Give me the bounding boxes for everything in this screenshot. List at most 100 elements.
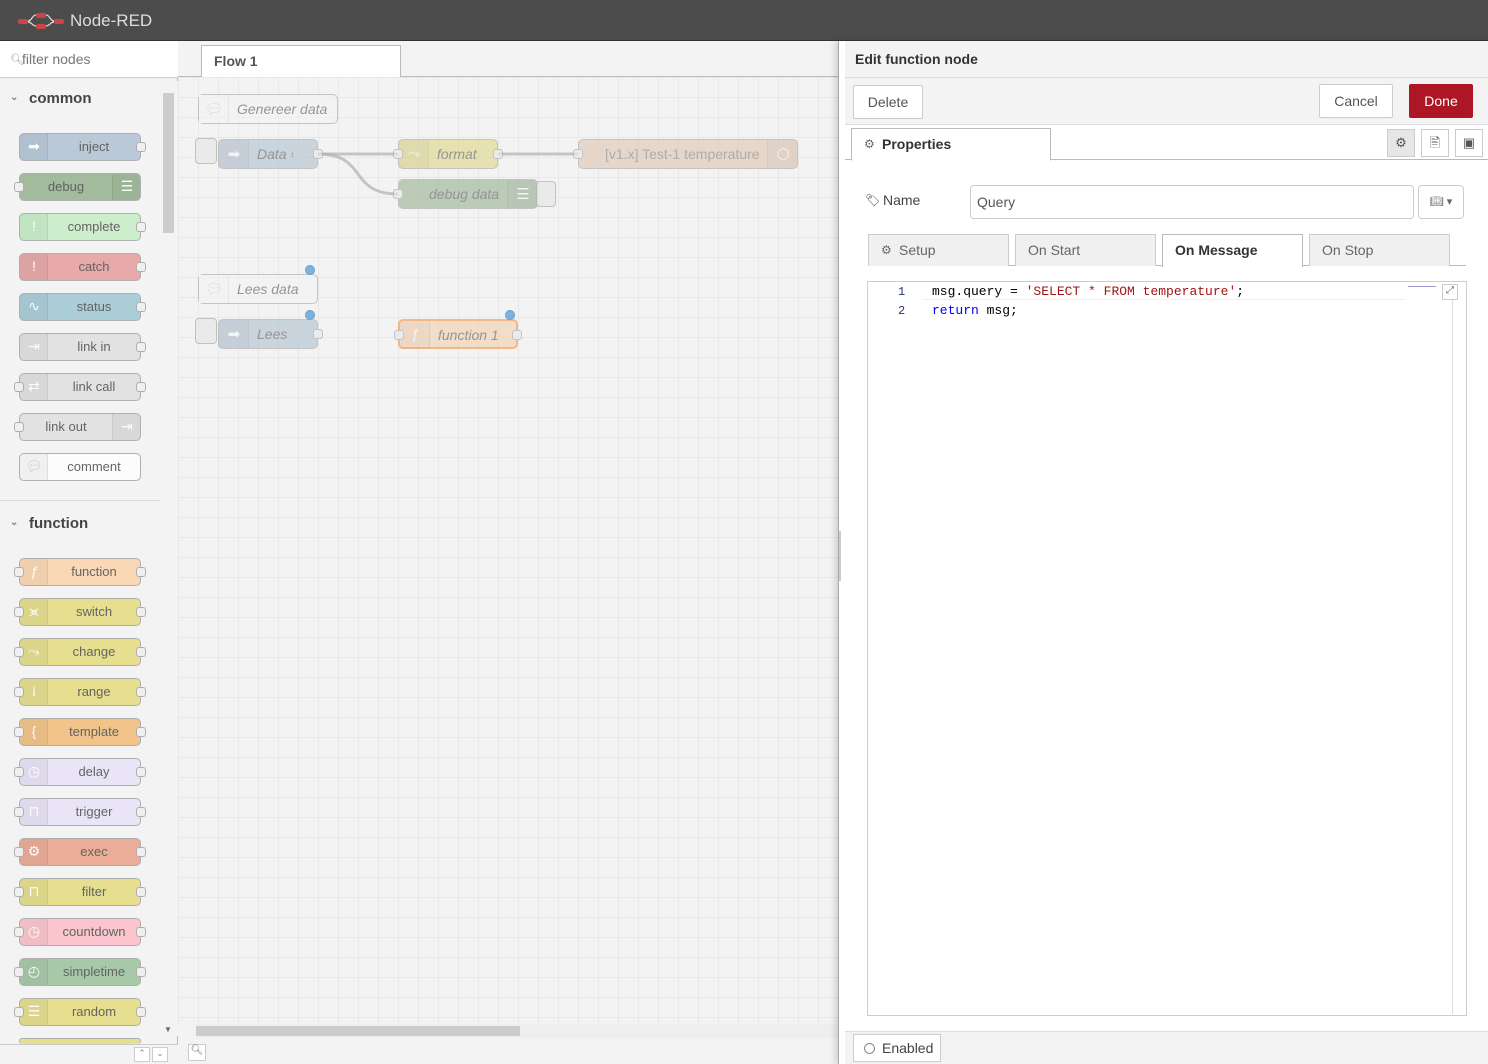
palette-scrollbar-thumb[interactable] <box>163 93 174 233</box>
search-flows-icon[interactable]: 🔍︎ <box>188 1044 206 1061</box>
expand-all-icon[interactable]: ⌄ <box>152 1047 168 1062</box>
tray-header: Edit function node <box>845 41 1488 78</box>
tray-tabs: ⚙ Properties ⚙ 🖹︎ ▣ <box>845 125 1488 161</box>
name-label: Name <box>883 192 921 208</box>
tab-setup[interactable]: ⚙ Setup <box>868 234 1009 266</box>
editor-gutter <box>868 282 924 1015</box>
tray-toolbar: Delete Cancel Done <box>845 78 1488 125</box>
workspace-footer: 🔍︎ <box>178 1024 838 1064</box>
cancel-button[interactable]: Cancel <box>1319 84 1393 118</box>
link-call-icon: ⇄ <box>28 378 40 394</box>
palette-search: 🔍︎ <box>0 41 178 78</box>
expand-editor-icon[interactable]: ⤢ <box>1442 284 1458 300</box>
code-line-1[interactable]: msg.query = 'SELECT * FROM temperature'; <box>932 284 1244 299</box>
appearance-icon[interactable]: ▣ <box>1455 129 1483 157</box>
tab-on-start[interactable]: On Start <box>1015 234 1156 266</box>
palette-search-input[interactable] <box>22 49 172 69</box>
node-red-logo-icon <box>18 13 64 29</box>
node-icon-dropdown[interactable]: 📖︎ ▾ <box>1418 185 1464 219</box>
tab-flow-1[interactable]: Flow 1 <box>201 45 401 77</box>
node-palette: 🔍︎ ⌄ common ➡ inject ☰ debug ! complete … <box>0 41 178 1064</box>
scroll-down-icon[interactable]: ▼ <box>164 1025 172 1034</box>
link-in-icon: ⇥ <box>28 338 40 354</box>
comment-icon: 💬︎ <box>25 458 43 474</box>
stopwatch-icon: ◷ <box>27 923 41 939</box>
palette-node-debug[interactable]: ☰ debug <box>14 173 141 201</box>
shuffle-icon: ⤳ <box>28 643 40 659</box>
edit-tray: Edit function node Delete Cancel Done ⚙ … <box>838 41 1488 1064</box>
brace-icon: { <box>31 723 37 739</box>
circle-icon <box>864 1043 875 1054</box>
function-tabs: ⚙ Setup On Start On Message On Stop <box>868 234 1466 267</box>
canvas-shade <box>178 77 838 1024</box>
palette-scrollbar[interactable]: ▼ <box>160 81 178 1036</box>
palette-node-link-call[interactable]: ⇄ link call <box>14 373 146 401</box>
palette-node-status[interactable]: ∿ status <box>19 293 146 321</box>
palette-node-catch[interactable]: ! catch <box>19 253 146 281</box>
horizontal-scrollbar[interactable] <box>196 1024 838 1038</box>
tab-properties[interactable]: ⚙ Properties <box>851 128 1051 161</box>
palette-node-link-in[interactable]: ⇥ link in <box>19 333 146 361</box>
form-row-name: 🏷︎ Name 📖︎ ▾ <box>865 185 1465 219</box>
collapse-all-icon[interactable]: ⌃ <box>134 1047 150 1062</box>
tag-icon: 🏷︎ <box>865 193 881 207</box>
workspace: Flow 1 💬︎ Genereer data ➡ Data ¹ ⤳ forma… <box>178 41 838 1064</box>
arrow-right-icon: ➡ <box>28 138 40 154</box>
trigger-icon: ⊓ <box>28 803 40 819</box>
palette-node-change[interactable]: ⤳ change <box>14 638 146 666</box>
palette-node-filter[interactable]: ⊓ filter <box>14 878 146 906</box>
editor-minimap <box>1408 282 1436 287</box>
category-header-common[interactable]: ⌄ common <box>0 83 160 119</box>
palette-node-random[interactable]: ☰ random <box>14 998 146 1026</box>
done-button[interactable]: Done <box>1409 84 1473 118</box>
range-icon: i <box>32 683 36 699</box>
horizontal-scrollbar-thumb[interactable] <box>196 1026 520 1036</box>
palette-node-delay[interactable]: ◷ delay <box>14 758 146 786</box>
code-line-2[interactable]: return msg; <box>932 303 1018 318</box>
palette-node-countdown[interactable]: ◷ countdown <box>14 918 146 946</box>
palette-node-template[interactable]: { template <box>14 718 146 746</box>
tray-resize-handle[interactable] <box>839 531 845 581</box>
exclamation-icon: ! <box>32 258 36 274</box>
editor-scrollbar[interactable] <box>1452 300 1466 1014</box>
palette-node-exec[interactable]: ⚙ exec <box>14 838 146 866</box>
tray-footer: Enabled <box>845 1031 1488 1064</box>
name-input[interactable] <box>970 185 1414 219</box>
palette-node-switch[interactable]: ⪤ switch <box>14 598 146 626</box>
palette-node-simpletime[interactable]: ◴ simpletime <box>14 958 146 986</box>
tab-on-message[interactable]: On Message <box>1162 234 1303 267</box>
description-icon[interactable]: 🖹︎ <box>1421 129 1449 157</box>
palette-node-comment[interactable]: 💬︎ comment <box>19 453 141 481</box>
link-out-icon: ⇥ <box>121 418 133 434</box>
exclamation-icon: ! <box>32 218 36 234</box>
category-header-function[interactable]: ⌄ function <box>0 508 160 544</box>
enabled-toggle[interactable]: Enabled <box>853 1034 941 1062</box>
chevron-down-icon: ⌄ <box>10 92 19 103</box>
list-icon: ☰ <box>120 178 134 194</box>
app-header: Node-RED <box>0 0 1488 41</box>
gear-icon: ⚙ <box>881 243 892 257</box>
palette-node-function[interactable]: ƒ function <box>14 558 146 586</box>
palette-node-trigger[interactable]: ⊓ trigger <box>14 798 146 826</box>
gear-icon: ⚙ <box>864 137 875 151</box>
pulse-icon: ∿ <box>28 298 40 314</box>
function-icon: ƒ <box>30 563 38 579</box>
palette-node-link-out[interactable]: ⇥ link out <box>14 413 141 441</box>
delete-button[interactable]: Delete <box>853 85 923 119</box>
code-editor[interactable]: 1 msg.query = 'SELECT * FROM temperature… <box>867 281 1467 1016</box>
app-title: Node-RED <box>70 11 153 30</box>
palette-footer: ⌃ ⌄ <box>0 1044 178 1064</box>
gear-icon: ⚙ <box>27 843 41 859</box>
workspace-tabs: Flow 1 <box>178 41 838 77</box>
clock-icon: ◴ <box>27 963 41 979</box>
tray-title: Edit function node <box>855 51 978 67</box>
palette-node-range[interactable]: i range <box>14 678 146 706</box>
settings-gear-icon[interactable]: ⚙ <box>1387 129 1415 157</box>
tab-on-stop[interactable]: On Stop <box>1309 234 1450 266</box>
list-icon: ☰ <box>27 1003 41 1019</box>
chevron-down-icon: ⌄ <box>10 517 19 528</box>
palette-node-inject[interactable]: ➡ inject <box>19 133 146 161</box>
timer-icon: ◷ <box>27 763 41 779</box>
palette-node-complete[interactable]: ! complete <box>19 213 146 241</box>
switch-icon: ⪤ <box>29 603 39 619</box>
